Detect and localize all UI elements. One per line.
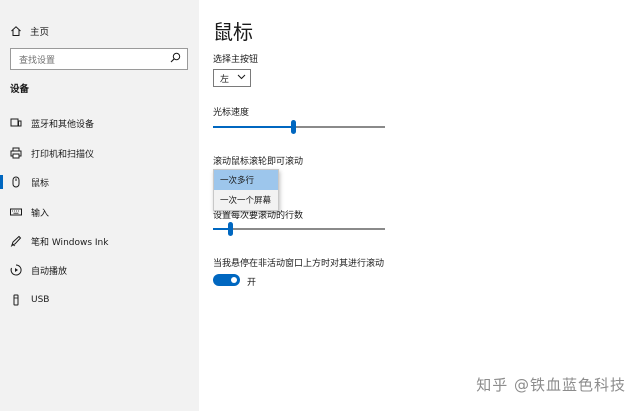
mouse-icon <box>10 176 22 188</box>
scroll-option-one-screen[interactable]: 一次一个屏幕 <box>214 190 278 210</box>
inactive-scroll-state: 开 <box>247 278 257 288</box>
home-icon <box>10 25 22 37</box>
sidebar-item-label: 输入 <box>31 208 50 219</box>
sidebar-item-usb[interactable]: USB <box>0 290 199 310</box>
primary-button-label: 选择主按钮 <box>213 55 259 65</box>
sidebar-item-printers[interactable]: 打印机和扫描仪 <box>0 143 199 163</box>
sidebar-item-label: USB <box>31 295 50 305</box>
slider-track <box>213 228 385 230</box>
bluetooth-devices-icon <box>10 117 22 129</box>
scroll-mode-dropdown[interactable]: 一次多行 一次一个屏幕 <box>213 169 279 211</box>
cursor-speed-label: 光标速度 <box>213 108 250 118</box>
sidebar-item-mouse[interactable]: 鼠标 <box>0 172 199 192</box>
primary-button-value: 左 <box>220 74 230 85</box>
search-icon <box>170 52 181 66</box>
sidebar-item-label: 蓝牙和其他设备 <box>31 119 95 130</box>
primary-button-select[interactable]: 左 <box>213 69 251 87</box>
keyboard-icon <box>10 206 22 218</box>
nav-home-label: 主页 <box>30 27 50 38</box>
lines-per-scroll-slider[interactable] <box>213 222 385 236</box>
autoplay-icon <box>10 264 22 276</box>
page-title: 鼠标 <box>213 20 253 44</box>
sidebar-item-bluetooth[interactable]: 蓝牙和其他设备 <box>0 113 199 133</box>
inactive-scroll-toggle[interactable] <box>213 274 240 286</box>
slider-thumb[interactable] <box>291 120 297 134</box>
slider-fill <box>213 126 294 128</box>
slider-thumb[interactable] <box>227 222 233 236</box>
usb-icon <box>10 294 22 306</box>
sidebar-item-label: 打印机和扫描仪 <box>31 149 95 160</box>
pen-icon <box>10 235 22 247</box>
section-title: 设备 <box>10 84 30 95</box>
sidebar-item-label: 自动播放 <box>31 266 68 277</box>
watermark: 知乎 @铁血蓝色科技 <box>476 376 626 394</box>
sidebar: 主页 查找设置 设备 蓝牙和其他设备 打印机和扫描仪 鼠标 输入 笔和 Wind… <box>0 0 199 411</box>
sidebar-item-pen[interactable]: 笔和 Windows Ink <box>0 231 199 251</box>
toggle-knob <box>231 277 237 283</box>
main-panel: 鼠标 选择主按钮 左 光标速度 滚动鼠标滚轮即可滚动 一次多行 一次一个屏幕 设… <box>199 0 640 411</box>
search-placeholder: 查找设置 <box>19 55 56 66</box>
sidebar-item-label: 鼠标 <box>31 178 50 189</box>
sidebar-item-autoplay[interactable]: 自动播放 <box>0 260 199 280</box>
chevron-down-icon <box>237 73 246 83</box>
scroll-option-multiple-lines[interactable]: 一次多行 <box>214 170 278 190</box>
sidebar-item-label: 笔和 Windows Ink <box>31 237 109 248</box>
sidebar-item-input[interactable]: 输入 <box>0 202 199 222</box>
printer-icon <box>10 147 22 159</box>
scroll-mode-label: 滚动鼠标滚轮即可滚动 <box>213 157 304 167</box>
nav-home[interactable]: 主页 <box>10 22 190 40</box>
inactive-scroll-label: 当我悬停在非活动窗口上方时对其进行滚动 <box>213 259 385 269</box>
cursor-speed-slider[interactable] <box>213 120 385 134</box>
search-input[interactable]: 查找设置 <box>10 48 188 70</box>
